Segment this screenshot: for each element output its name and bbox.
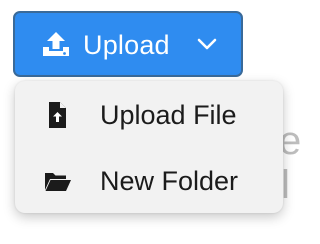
- upload-button-label: Upload: [83, 30, 170, 60]
- chevron-down-icon: [196, 37, 218, 51]
- menu-item-upload-file[interactable]: Upload File: [15, 87, 283, 143]
- upload-dropdown-menu: Upload File New Folder: [15, 81, 283, 213]
- file-upload-icon: [43, 101, 71, 129]
- upload-button[interactable]: Upload: [13, 11, 243, 77]
- menu-item-new-folder[interactable]: New Folder: [15, 153, 283, 209]
- folder-open-icon: [43, 167, 71, 195]
- menu-item-label: Upload File: [100, 100, 237, 130]
- upload-icon: [41, 30, 71, 58]
- menu-item-label: New Folder: [100, 166, 239, 196]
